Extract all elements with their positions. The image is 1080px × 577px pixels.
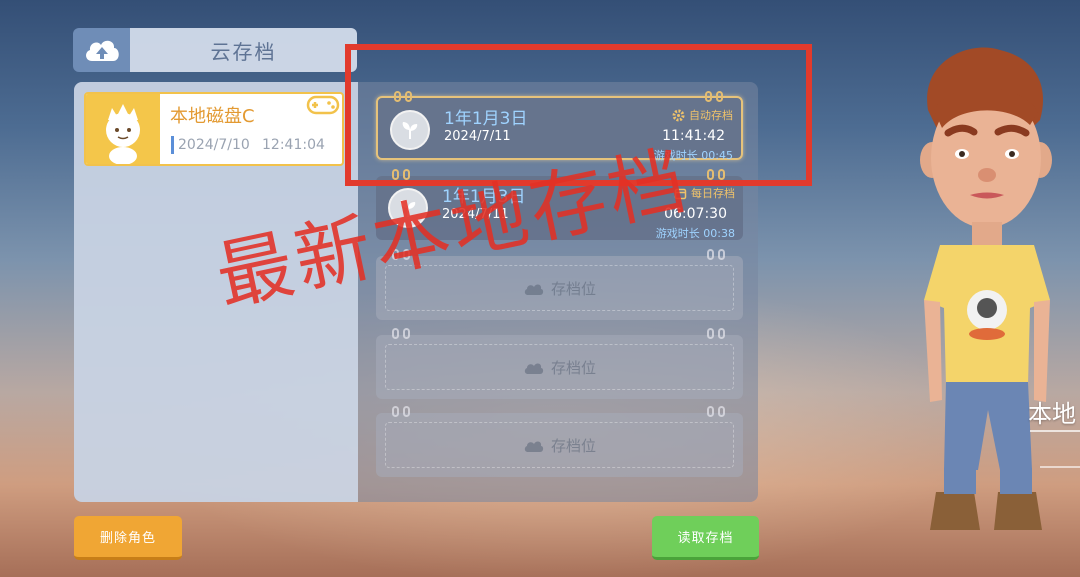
empty-slot-label: 存档位 [376, 357, 743, 378]
cloud-icon [524, 363, 544, 374]
side-divider [1040, 466, 1080, 468]
empty-slot-text: 存档位 [550, 280, 596, 298]
character-figure [920, 47, 1052, 530]
role-name: 本地磁盘C [170, 106, 255, 127]
side-divider [1030, 430, 1080, 432]
empty-slot-text: 存档位 [550, 359, 596, 377]
cloud-save-tab[interactable] [73, 28, 130, 72]
binder-rings [392, 328, 412, 340]
delete-role-button[interactable]: 删除角色 [74, 516, 182, 560]
save-slot-5[interactable]: 存档位 [376, 406, 743, 477]
empty-slot-label: 存档位 [376, 435, 743, 456]
binder-rings [707, 328, 727, 340]
binder-rings [392, 406, 412, 418]
character-avatar-icon [86, 94, 160, 164]
cloud-icon [524, 441, 544, 452]
gamepad-icon [306, 95, 340, 115]
panel-title: 云存档 [130, 28, 357, 72]
save-slot-4[interactable]: 存档位 [376, 328, 743, 399]
binder-rings [707, 406, 727, 418]
role-card[interactable]: 本地磁盘C 2024/7/10 12:41:04 [84, 92, 344, 166]
role-time: 12:41:04 [262, 137, 325, 153]
cloud-icon [524, 284, 544, 295]
side-tab-label[interactable]: 本地 [1028, 394, 1076, 429]
cloud-upload-icon [85, 40, 119, 61]
slot-tag-label: 每日存档 [691, 187, 735, 200]
binder-rings [707, 249, 727, 261]
empty-slot-text: 存档位 [550, 437, 596, 455]
role-indicator [171, 136, 174, 154]
load-save-button[interactable]: 读取存档 [652, 516, 759, 560]
role-date: 2024/7/10 [178, 137, 250, 153]
